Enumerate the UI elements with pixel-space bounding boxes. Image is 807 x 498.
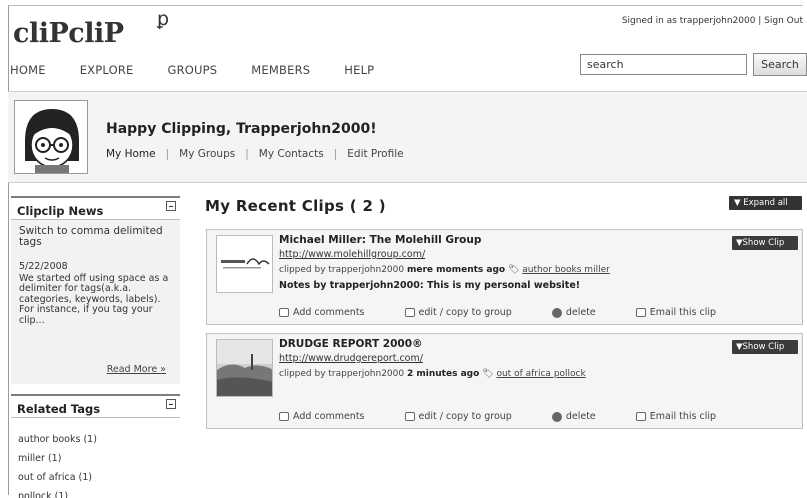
- nav-members[interactable]: MEMBERS: [251, 63, 310, 77]
- tag-item[interactable]: pollock (1): [18, 487, 97, 498]
- avatar[interactable]: [14, 100, 88, 174]
- logo-clip-icon: ꝑ: [157, 8, 169, 30]
- signed-in-status: Signed in as trapperjohn2000 | Sign Out: [621, 16, 803, 26]
- clip-actions: Add comments edit / copy to group delete…: [279, 411, 756, 422]
- clip-tags[interactable]: out of africa pollock: [496, 369, 585, 379]
- collapse-icon[interactable]: [166, 399, 176, 409]
- edit-icon: [404, 308, 415, 317]
- greeting-heading: Happy Clipping, Trapperjohn2000!: [106, 121, 377, 137]
- nav-groups[interactable]: GROUPS: [167, 63, 217, 77]
- clip-thumbnail[interactable]: [216, 339, 273, 397]
- nav-home[interactable]: HOME: [10, 63, 46, 77]
- clip-tags[interactable]: author books miller: [522, 265, 610, 275]
- clipped-by-text: clipped by trapperjohn2000: [279, 265, 405, 275]
- molehill-thumbnail-image: [217, 236, 272, 292]
- search-button[interactable]: Search: [753, 53, 807, 76]
- comment-icon: [279, 308, 289, 317]
- edit-action[interactable]: edit / copy to group: [404, 411, 532, 422]
- tag-item[interactable]: out of africa (1): [18, 468, 97, 487]
- clip-url[interactable]: http://www.drudgereport.com/: [279, 353, 423, 364]
- nav-help[interactable]: HELP: [344, 63, 374, 77]
- drudge-thumbnail-image: [217, 340, 272, 396]
- show-clip-button[interactable]: ▼Show Clip: [732, 236, 798, 250]
- add-comments-action[interactable]: Add comments: [279, 411, 385, 422]
- clip-meta: clipped by trapperjohn2000 mere moments …: [279, 265, 610, 275]
- collapse-icon[interactable]: [166, 201, 176, 211]
- show-clip-button[interactable]: ▼Show Clip: [732, 340, 798, 354]
- email-icon: [635, 412, 646, 421]
- link-my-home[interactable]: My Home: [106, 148, 156, 160]
- news-body: Switch to comma delimited tags 5/22/2008…: [11, 220, 180, 326]
- tag-item[interactable]: miller (1): [18, 449, 97, 468]
- avatar-image: [15, 101, 87, 173]
- link-separator: |: [165, 148, 170, 160]
- news-headline[interactable]: Switch to comma delimited tags: [19, 226, 172, 248]
- profile-banner: [8, 91, 807, 183]
- link-my-contacts[interactable]: My Contacts: [259, 148, 324, 160]
- clip-notes: Notes by trapperjohn2000: This is my per…: [279, 280, 581, 291]
- tag-item[interactable]: author books (1): [18, 430, 97, 449]
- email-icon: [635, 308, 646, 317]
- clip-title[interactable]: DRUDGE REPORT 2000®: [279, 338, 423, 350]
- clipped-by-text: clipped by trapperjohn2000: [279, 369, 405, 379]
- clip-title[interactable]: Michael Miller: The Molehill Group: [279, 234, 481, 246]
- site-logo[interactable]: cliPcliP ꝑ: [13, 8, 169, 49]
- clip-meta: clipped by trapperjohn2000 2 minutes ago…: [279, 369, 586, 379]
- profile-links: My Home | My Groups | My Contacts | Edit…: [106, 148, 404, 160]
- delete-action[interactable]: delete: [551, 307, 616, 318]
- link-my-groups[interactable]: My Groups: [179, 148, 235, 160]
- news-title: Clipclip News: [17, 204, 104, 218]
- related-tags-list: author books (1) miller (1) out of afric…: [18, 430, 97, 498]
- delete-icon: [551, 411, 562, 422]
- email-action[interactable]: Email this clip: [635, 411, 736, 422]
- read-more-link[interactable]: Read More »: [107, 364, 166, 375]
- clip-time: mere moments ago: [407, 265, 506, 275]
- expand-all-button[interactable]: ▼ Expand all: [729, 196, 802, 210]
- recent-clips-title: My Recent Clips ( 2 ): [205, 197, 386, 215]
- delete-icon: [551, 307, 562, 318]
- add-comments-action[interactable]: Add comments: [279, 307, 385, 318]
- edit-icon: [404, 412, 415, 421]
- clip-actions: Add comments edit / copy to group delete…: [279, 307, 756, 318]
- tag-icon: 🏷: [507, 265, 520, 275]
- edit-action[interactable]: edit / copy to group: [404, 307, 532, 318]
- news-text: We started off using space as a delimite…: [19, 272, 169, 326]
- news-box: Clipclip News Switch to comma delimited …: [11, 196, 180, 384]
- tag-icon: 🏷: [482, 369, 494, 379]
- nav-explore[interactable]: EXPLORE: [80, 63, 134, 77]
- email-action[interactable]: Email this clip: [635, 307, 736, 318]
- related-tags-header: Related Tags: [11, 396, 180, 418]
- news-date: 5/22/2008: [19, 261, 68, 272]
- news-header: Clipclip News: [11, 198, 180, 220]
- clip-card: Michael Miller: The Molehill Group http:…: [206, 229, 803, 325]
- clip-card: DRUDGE REPORT 2000® http://www.drudgerep…: [206, 333, 803, 429]
- link-edit-profile[interactable]: Edit Profile: [347, 148, 403, 160]
- clip-time: 2 minutes ago: [407, 369, 480, 379]
- delete-action[interactable]: delete: [551, 411, 616, 422]
- clip-thumbnail[interactable]: [216, 235, 273, 293]
- link-separator: |: [333, 148, 338, 160]
- comment-icon: [279, 412, 289, 421]
- search-input[interactable]: [580, 54, 747, 75]
- link-separator: |: [245, 148, 249, 160]
- related-tags-title: Related Tags: [17, 402, 101, 416]
- main-nav: HOME EXPLORE GROUPS MEMBERS HELP: [10, 63, 408, 77]
- clip-url[interactable]: http://www.molehillgroup.com/: [279, 249, 425, 260]
